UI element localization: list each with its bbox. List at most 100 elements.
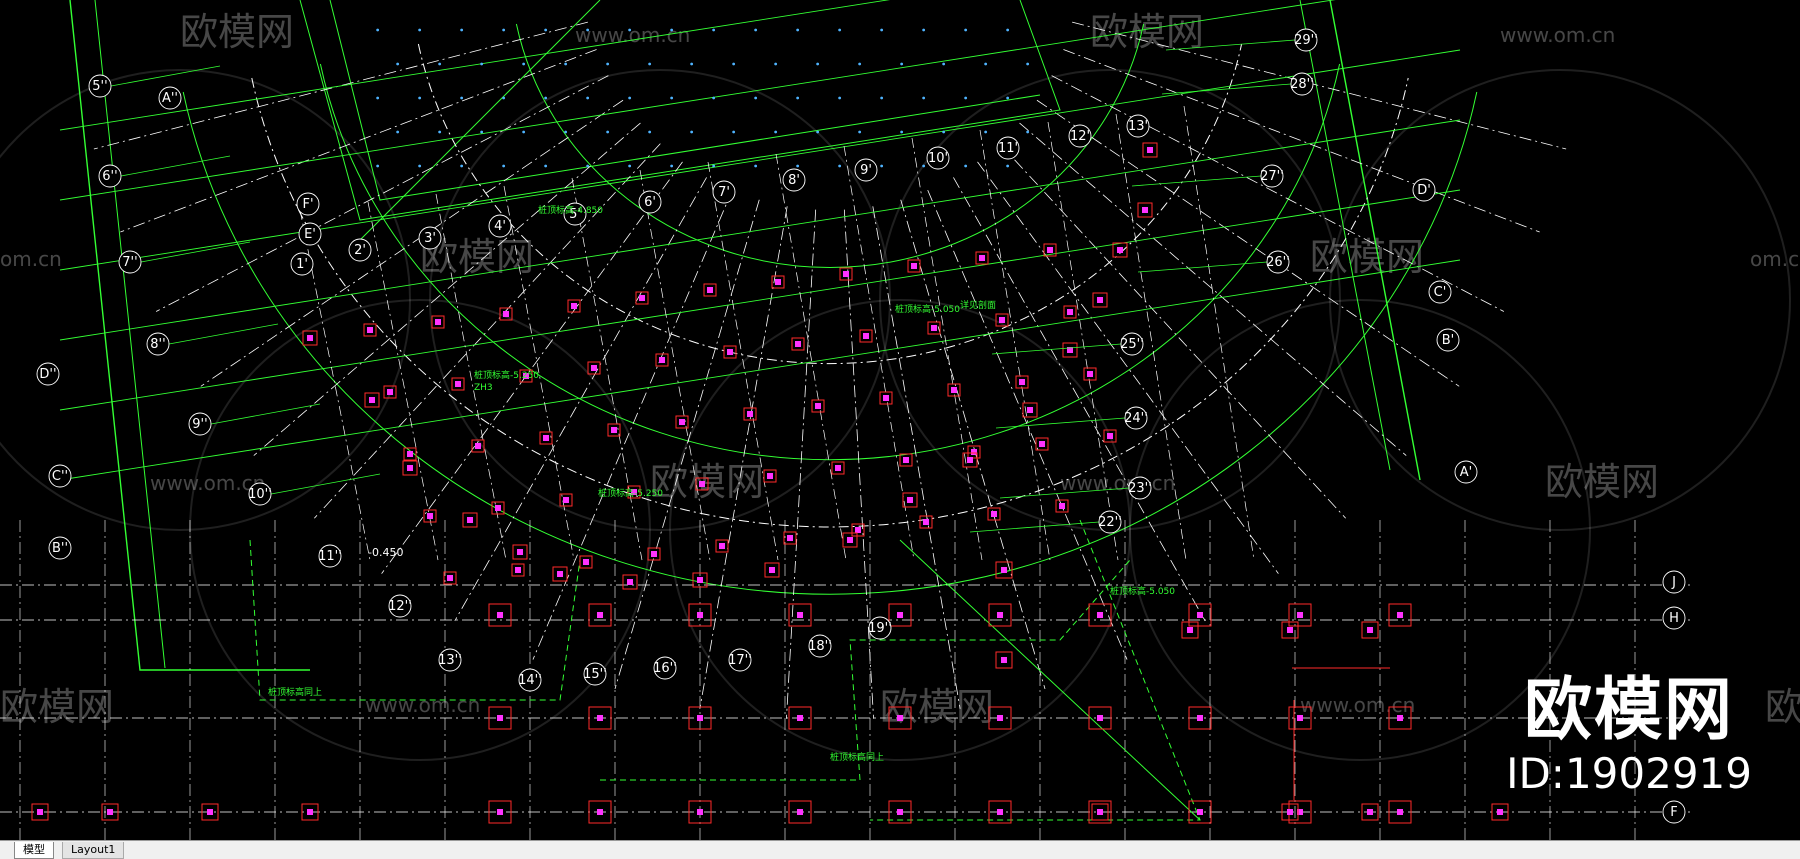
pile — [1019, 379, 1025, 385]
pile — [1067, 309, 1073, 315]
callout-note: ZH3 — [474, 383, 493, 393]
grid-label-right: 26'' — [1266, 255, 1290, 270]
callout-note: 桩顶标高-4.850 — [538, 204, 603, 216]
pile — [835, 465, 841, 471]
pile — [1097, 715, 1103, 721]
survey-point — [628, 28, 632, 32]
grid-label-letter: A'' — [162, 91, 178, 106]
callout-note: 桩顶标高-5.050 — [1110, 585, 1175, 597]
survey-point — [480, 130, 484, 134]
pile — [903, 457, 909, 463]
layout-tab-bar: 模型 Layout1 — [0, 840, 1800, 859]
pile — [497, 612, 503, 618]
watermark-layer: www.om.cn www.om.cn om.cn om.cn www.om.c… — [0, 10, 1800, 729]
survey-point — [502, 28, 506, 32]
pile — [997, 612, 1003, 618]
tab-model[interactable]: 模型 — [14, 842, 54, 859]
pile — [367, 327, 373, 333]
pile — [611, 427, 617, 433]
survey-point — [942, 62, 946, 66]
watermark-brand: 欧模网 — [1545, 460, 1659, 504]
survey-point — [922, 164, 926, 168]
grid-label-right: 27'' — [1260, 169, 1284, 184]
pile — [1097, 809, 1103, 815]
cad-drawing-viewport[interactable]: www.om.cn www.om.cn om.cn om.cn www.om.c… — [0, 0, 1800, 840]
survey-point — [816, 130, 820, 134]
watermark-brand: 欧模网 — [1090, 10, 1204, 54]
pile — [1001, 657, 1007, 663]
survey-point — [460, 96, 464, 100]
pile — [571, 303, 577, 309]
pile — [497, 809, 503, 815]
pile — [447, 575, 453, 581]
grid-label-top: 11' — [998, 141, 1018, 156]
survey-point — [502, 164, 506, 168]
survey-point — [712, 164, 716, 168]
survey-point — [838, 164, 842, 168]
pile — [815, 403, 821, 409]
pile — [797, 612, 803, 618]
pile — [971, 449, 977, 455]
grid-label-left: 18'' — [808, 639, 832, 654]
survey-point — [396, 130, 400, 134]
survey-point — [564, 62, 568, 66]
pile — [797, 809, 803, 815]
pile — [435, 319, 441, 325]
pile — [795, 341, 801, 347]
pile — [697, 577, 703, 583]
grid-label-right: 25'' — [1120, 337, 1144, 352]
pile — [1397, 612, 1403, 618]
pile — [707, 287, 713, 293]
grid-label-left: 19'' — [868, 621, 892, 636]
pile — [883, 395, 889, 401]
pile — [1059, 503, 1065, 509]
pile — [951, 387, 957, 393]
watermark-url: www.om.cn — [575, 23, 690, 47]
survey-point — [922, 28, 926, 32]
pile — [1039, 441, 1045, 447]
tab-layout1[interactable]: Layout1 — [62, 842, 125, 859]
pile — [1367, 809, 1373, 815]
leader-line — [210, 403, 321, 425]
survey-point — [418, 96, 422, 100]
survey-point — [838, 96, 842, 100]
watermark-ring — [1129, 299, 1591, 761]
survey-point — [774, 62, 778, 66]
grid-label-top: 12' — [1070, 129, 1090, 144]
survey-point — [1026, 130, 1030, 134]
callout-note: 桩顶标高-5.250 — [474, 369, 539, 381]
survey-point — [502, 96, 506, 100]
survey-point — [460, 28, 464, 32]
survey-point — [984, 130, 988, 134]
grid-label-top: 1' — [296, 257, 308, 272]
survey-point — [376, 96, 380, 100]
radial-axis — [900, 199, 1046, 690]
plaza-arc — [417, 43, 1243, 365]
pile — [597, 715, 603, 721]
survey-point — [544, 164, 548, 168]
survey-point — [670, 96, 674, 100]
cad-drawing-canvas[interactable]: www.om.cn www.om.cn om.cn om.cn www.om.c… — [0, 0, 1800, 840]
grid-label-left: 10'' — [248, 487, 272, 502]
pile — [855, 527, 861, 533]
survey-point — [648, 130, 652, 134]
pile — [369, 397, 375, 403]
callout-note: 桩顶标高-5.050 — [895, 303, 960, 315]
pile — [407, 451, 413, 457]
pile — [1097, 612, 1103, 618]
pile — [897, 715, 903, 721]
grid-label-left: 14'' — [518, 673, 542, 688]
radial-axis — [200, 99, 624, 387]
grid-label-top: 4' — [494, 219, 506, 234]
pile — [639, 295, 645, 301]
pile — [387, 389, 393, 395]
grid-label-top: 10' — [928, 151, 948, 166]
pile — [911, 263, 917, 269]
survey-point — [460, 164, 464, 168]
inclined-axis — [59, 189, 1461, 411]
survey-point — [376, 164, 380, 168]
watermark-ring — [879, 69, 1341, 531]
leader-line — [120, 155, 231, 177]
survey-point — [796, 96, 800, 100]
callout-note: 桩顶标高同上 — [830, 751, 884, 763]
